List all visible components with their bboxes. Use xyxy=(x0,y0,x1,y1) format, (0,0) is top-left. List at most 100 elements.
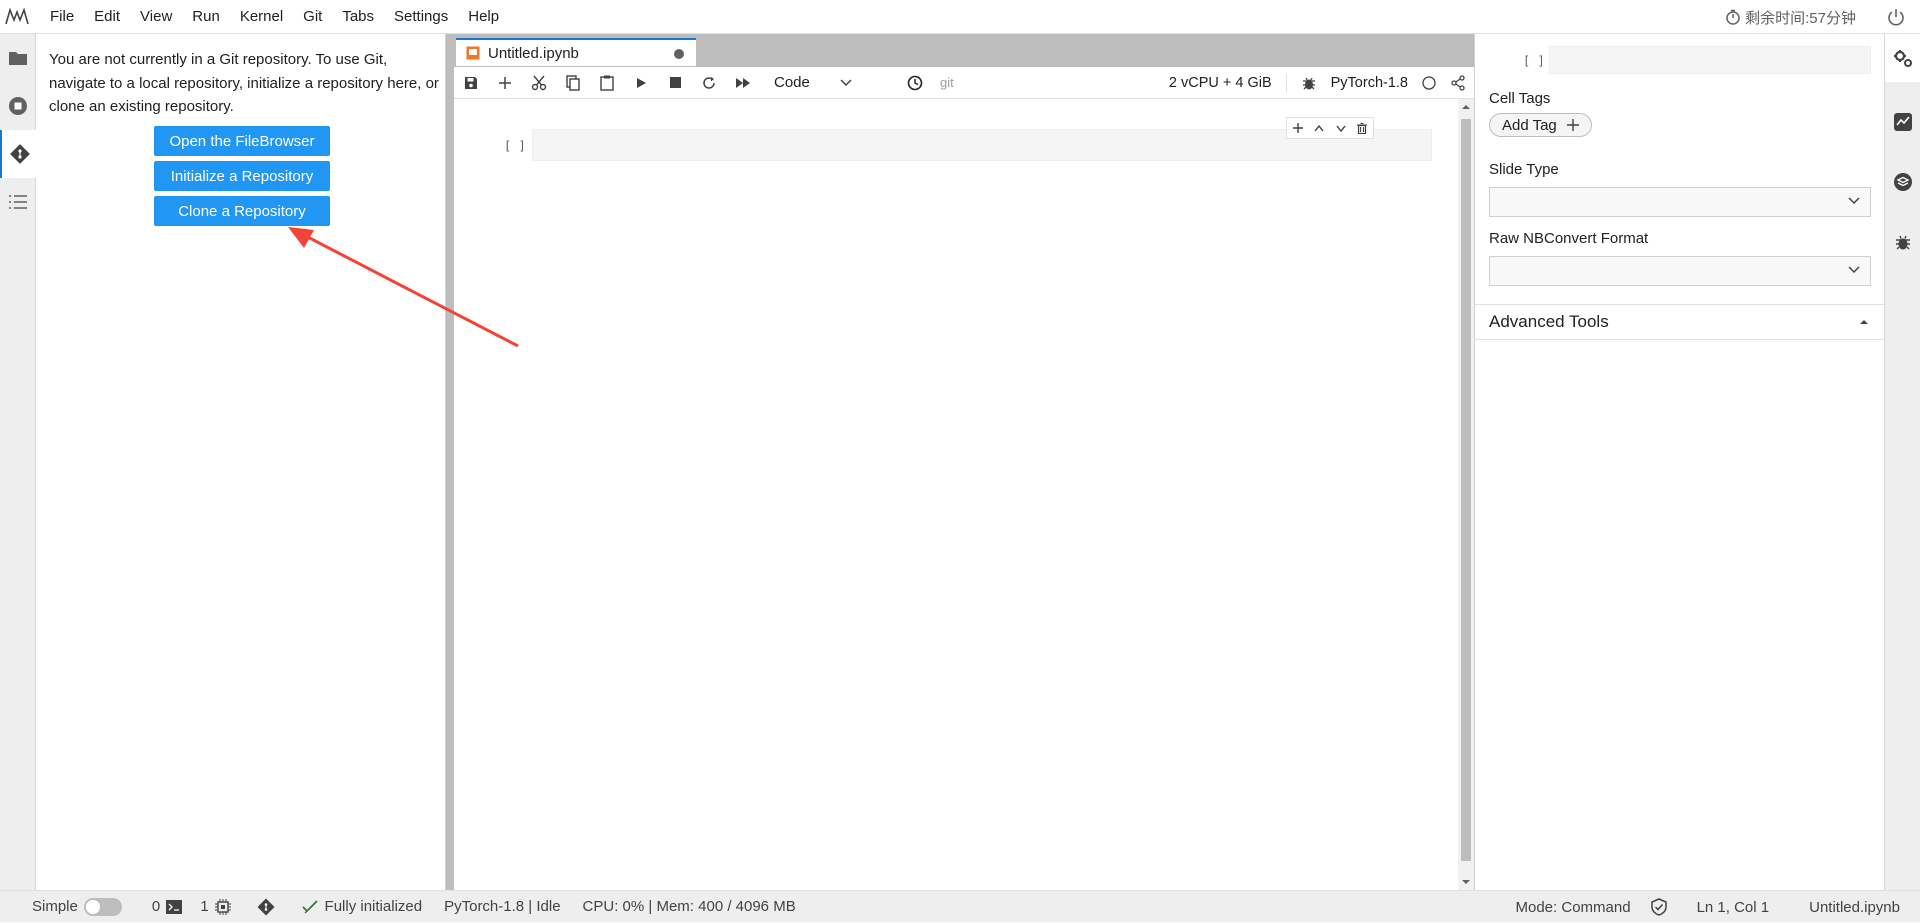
shield-check-icon xyxy=(1650,898,1667,916)
initialize-repository-button[interactable]: Initialize a Repository xyxy=(154,161,330,191)
toolbar-divider xyxy=(1285,74,1287,92)
save-icon xyxy=(464,76,478,90)
delete-cell-icon[interactable] xyxy=(1357,122,1368,134)
stop-circle-icon xyxy=(8,96,28,116)
add-tag-label: Add Tag xyxy=(1502,116,1557,134)
lsp-status-text: Fully initialized xyxy=(324,898,423,915)
git-status-icon-wrap[interactable] xyxy=(257,898,275,916)
session-timer: 剩余时间:57分钟 xyxy=(1725,0,1856,34)
inspector-cell-preview xyxy=(1549,46,1871,74)
notebook-icon xyxy=(466,46,480,60)
check-plug-icon xyxy=(301,899,319,915)
kernels-status[interactable]: 1 xyxy=(200,898,231,915)
toc-tab[interactable] xyxy=(0,178,36,226)
running-tab[interactable] xyxy=(0,82,36,130)
menu-settings[interactable]: Settings xyxy=(384,0,458,34)
menu-tabs[interactable]: Tabs xyxy=(332,0,384,34)
extension-tab[interactable] xyxy=(1885,158,1920,206)
kernels-count: 1 xyxy=(200,898,209,915)
notebook-toolbar: Code git 2 vCPU + 4 GiB PyTorch-1.8 xyxy=(454,67,1474,99)
cell-type-select[interactable]: Code xyxy=(774,74,878,91)
refresh-icon xyxy=(702,76,716,90)
git-message: You are not currently in a Git repositor… xyxy=(49,51,439,115)
filebrowser-tab[interactable] xyxy=(0,34,36,82)
menu-kernel[interactable]: Kernel xyxy=(230,0,293,34)
git-label: git xyxy=(940,75,954,90)
cursor-position[interactable]: Ln 1, Col 1 xyxy=(1697,899,1770,916)
menu-run[interactable]: Run xyxy=(182,0,230,34)
chart-icon xyxy=(1893,112,1913,132)
git-icon xyxy=(257,898,275,916)
unsaved-dot-icon[interactable] xyxy=(674,49,684,59)
lsp-status[interactable]: Fully initialized xyxy=(301,898,423,915)
clock-icon xyxy=(907,75,923,91)
slide-type-label: Slide Type xyxy=(1489,161,1559,178)
toggle-switch[interactable] xyxy=(83,897,122,916)
kernel-chip-icon xyxy=(214,898,231,915)
layers-icon xyxy=(1893,172,1913,192)
status-bar: Simple 0 1 Fully initialized PyTorch-1.8… xyxy=(0,890,1920,922)
menu-git[interactable]: Git xyxy=(293,0,332,34)
cell-type-value: Code xyxy=(774,74,810,91)
raw-format-select[interactable] xyxy=(1489,256,1871,286)
debugger-tab[interactable] xyxy=(1885,218,1920,266)
menu-view[interactable]: View xyxy=(130,0,182,34)
resource-usage: CPU: 0% | Mem: 400 / 4096 MB xyxy=(583,898,796,915)
stopwatch-icon xyxy=(1725,9,1741,25)
cell-tags-label: Cell Tags xyxy=(1489,90,1551,107)
kernel-name[interactable]: PyTorch-1.8 xyxy=(1331,75,1408,91)
property-inspector: [ ] Cell Tags Add Tag Slide Type Raw NBC… xyxy=(1474,34,1885,890)
inspector-prompt: [ ] xyxy=(1523,54,1545,68)
git-panel: You are not currently in a Git repositor… xyxy=(36,34,446,890)
restart-run-all-button[interactable] xyxy=(726,67,760,99)
scroll-down-icon[interactable] xyxy=(1458,874,1474,890)
scroll-up-icon[interactable] xyxy=(1458,99,1474,115)
notebook-area: Untitled.ipynb Code git 2 vCPU + 4 GiB P… xyxy=(446,34,1474,890)
advanced-tools-header[interactable]: Advanced Tools xyxy=(1475,304,1885,340)
play-icon xyxy=(635,77,647,89)
notebook-scrollbar[interactable] xyxy=(1458,99,1474,890)
property-inspector-tab[interactable] xyxy=(1885,34,1920,82)
resource-monitor-tab[interactable] xyxy=(1885,98,1920,146)
copy-button[interactable] xyxy=(556,67,590,99)
chevron-down-icon xyxy=(1848,266,1860,274)
insert-below-icon[interactable] xyxy=(1292,123,1303,133)
git-tab[interactable] xyxy=(0,130,37,178)
clipboard-icon xyxy=(600,75,614,91)
run-button[interactable] xyxy=(624,67,658,99)
raw-format-label: Raw NBConvert Format xyxy=(1489,230,1649,247)
move-down-icon[interactable] xyxy=(1336,125,1346,132)
add-tag-button[interactable]: Add Tag xyxy=(1489,113,1592,137)
menu-edit[interactable]: Edit xyxy=(84,0,130,34)
simple-mode-toggle[interactable]: Simple xyxy=(32,897,122,916)
mode-indicator[interactable]: Mode: Command xyxy=(1516,899,1631,916)
annotation-arrow xyxy=(288,227,519,348)
bug-icon xyxy=(1895,233,1911,251)
notebook-tab[interactable]: Untitled.ipynb xyxy=(456,38,696,66)
scrollbar-thumb[interactable] xyxy=(1461,119,1471,861)
paste-button[interactable] xyxy=(590,67,624,99)
move-up-icon[interactable] xyxy=(1314,124,1324,132)
terminals-status[interactable]: 0 xyxy=(152,898,183,915)
save-button[interactable] xyxy=(454,67,488,99)
history-button[interactable] xyxy=(898,67,932,99)
cell-actions-toolbar xyxy=(1286,117,1374,139)
simple-mode-label: Simple xyxy=(32,898,78,915)
insert-cell-button[interactable] xyxy=(488,67,522,99)
scissors-icon xyxy=(531,75,547,91)
caret-up-icon xyxy=(1859,319,1869,325)
debugger-bug-icon[interactable] xyxy=(1301,75,1317,91)
interrupt-button[interactable] xyxy=(658,67,692,99)
folder-icon xyxy=(8,50,28,66)
open-filebrowser-button[interactable]: Open the FileBrowser xyxy=(154,126,330,156)
restart-button[interactable] xyxy=(692,67,726,99)
share-icon[interactable] xyxy=(1450,75,1466,91)
gears-icon xyxy=(1892,47,1914,69)
kernel-status[interactable]: PyTorch-1.8 | Idle xyxy=(444,898,560,915)
cut-button[interactable] xyxy=(522,67,556,99)
slide-type-select[interactable] xyxy=(1489,187,1871,217)
notebook-tab-title: Untitled.ipynb xyxy=(488,44,579,62)
power-icon[interactable] xyxy=(1886,7,1906,27)
menu-help[interactable]: Help xyxy=(458,0,509,34)
menu-file[interactable]: File xyxy=(40,0,84,34)
